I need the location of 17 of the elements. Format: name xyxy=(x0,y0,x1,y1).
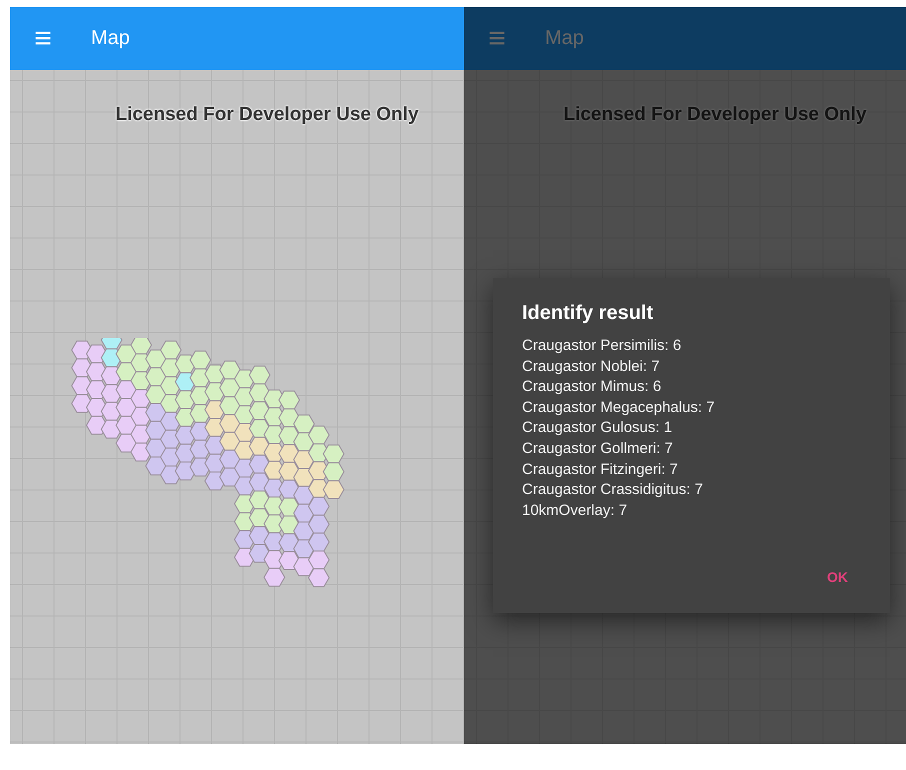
result-line: Craugastor Crassidigitus: 7 xyxy=(522,480,704,500)
app-title: Map xyxy=(545,27,584,50)
result-line: Craugastor Persimilis: 6 xyxy=(522,336,682,356)
result-line: Craugastor Megacephalus: 7 xyxy=(522,398,716,418)
result-line: Craugastor Gulosus: 1 xyxy=(522,418,674,438)
result-line: Craugastor Mimus: 6 xyxy=(522,377,662,398)
license-watermark: Licensed For Developer Use Only xyxy=(562,103,868,126)
result-line: Craugastor Fitzingeri: 7 xyxy=(522,460,679,480)
license-watermark: Licensed For Developer Use Only xyxy=(114,103,420,126)
menu-icon[interactable]: ≡ xyxy=(486,24,508,54)
app-title: Map xyxy=(91,27,130,50)
result-line: Craugastor Gollmeri: 7 xyxy=(522,438,674,459)
ok-button[interactable]: OK xyxy=(821,565,854,589)
dialog-title: Identify result xyxy=(522,302,654,325)
result-line: 10kmOverlay: 7 xyxy=(522,500,628,521)
menu-icon[interactable]: ≡ xyxy=(32,24,54,54)
result-line: Craugastor Noblei: 7 xyxy=(522,356,661,377)
